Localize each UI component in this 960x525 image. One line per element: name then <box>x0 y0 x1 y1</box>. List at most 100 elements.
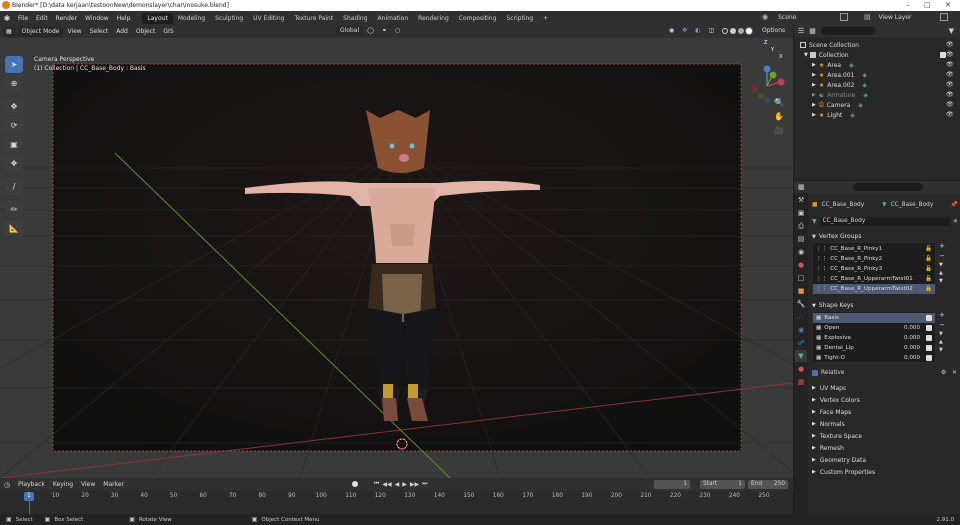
next-keyframe-icon[interactable]: ▶▶ <box>410 481 419 488</box>
viewport-menu-add[interactable]: Add <box>112 27 132 37</box>
section-geometry-data[interactable]: ▶ Geometry Data <box>812 454 958 466</box>
view-layer-tab-icon[interactable]: ▤ <box>795 233 807 245</box>
viewport-menu-object[interactable]: Object <box>132 27 160 37</box>
vertex-group-item[interactable]: ⋮⋮ CC_Base_R_UpperarmTwist02 🔓 <box>813 284 935 294</box>
object-data-icon[interactable]: ◈ <box>850 112 855 119</box>
add-shape-key-button[interactable]: + <box>939 311 945 319</box>
move-down-icon[interactable]: ▼ <box>939 347 945 353</box>
eye-icon[interactable]: 👁 <box>946 50 954 60</box>
move-down-icon[interactable]: ▼ <box>939 278 945 284</box>
object-data-icon[interactable]: ◈ <box>863 92 868 99</box>
scale-tool-icon[interactable]: ▣ <box>5 136 23 153</box>
current-frame-field[interactable]: 1 <box>654 480 690 489</box>
scene-tab-icon[interactable]: ◉ <box>795 246 807 258</box>
pin-icon[interactable]: 📌 <box>951 202 958 208</box>
view-layer-new-icon[interactable] <box>940 13 948 21</box>
maximize-icon[interactable]: □ <box>924 1 931 9</box>
object-data-icon[interactable]: ◈ <box>862 72 867 79</box>
constraints-tab-icon[interactable]: ☍ <box>795 337 807 349</box>
tool-tab-icon[interactable]: ⚒ <box>795 194 807 206</box>
material-tab-icon[interactable]: ● <box>795 363 807 375</box>
mode-selector[interactable]: Object Mode <box>17 26 64 37</box>
move-up-icon[interactable]: ▲ <box>939 339 945 345</box>
options-button[interactable]: Options <box>758 26 789 36</box>
particles-tab-icon[interactable]: ∴ <box>795 311 807 323</box>
section-uv-maps[interactable]: ▶ UV Maps <box>812 382 958 394</box>
object-data-icon[interactable]: ◈ <box>862 82 867 89</box>
xray-icon[interactable]: ◫ <box>705 26 719 36</box>
shape-key-item[interactable]: ▦ Explosive 0.000 <box>813 333 935 343</box>
shape-key-list[interactable]: ▦ Basis ▦ Open 0.000 ▦ Explosive 0.000 ▦ Dental_L… <box>812 311 936 363</box>
playhead-line[interactable] <box>28 501 30 514</box>
shape-key-item[interactable]: ▦ Open 0.000 <box>813 323 935 333</box>
view-layer-selector[interactable]: ▤ View Layer <box>864 13 912 21</box>
properties-search-field[interactable] <box>852 183 923 191</box>
select-tool-icon[interactable]: ➤ <box>5 56 23 73</box>
eye-icon[interactable]: 👁 <box>946 110 954 120</box>
transform-tool-icon[interactable]: ❖ <box>5 155 23 172</box>
annotate-line-tool-icon[interactable]: ✏ <box>5 201 23 218</box>
section-texture-space[interactable]: ▶ Texture Space <box>812 430 958 442</box>
tab-rendering[interactable]: Rendering <box>413 13 454 24</box>
timeline-menu-view[interactable]: View <box>77 480 99 490</box>
render-tab-icon[interactable]: ▣ <box>795 207 807 219</box>
lock-icon[interactable]: 🔓 <box>925 246 932 252</box>
menu-window[interactable]: Window <box>81 15 113 22</box>
vertex-group-list[interactable]: ⋮⋮ CC_Base_R_Pinky1 🔓 ⋮⋮ CC_Base_R_Pinky2 🔓 ⋮⋮… <box>812 242 936 294</box>
viewport-menu-view[interactable]: View <box>63 27 85 37</box>
world-tab-icon[interactable]: ● <box>795 259 807 271</box>
close-icon[interactable]: ✕ <box>945 1 951 9</box>
transform-orientation-selector[interactable]: Global <box>336 26 364 36</box>
shape-key-item[interactable]: ▦ Tight-O 0.000 <box>813 353 935 363</box>
move-up-icon[interactable]: ▲ <box>939 270 945 276</box>
eye-icon[interactable]: 👁 <box>946 100 954 110</box>
expand-arrow-icon[interactable]: ▶ <box>812 82 816 88</box>
vertex-groups-header[interactable]: ▼ Vertex Groups <box>812 231 958 242</box>
playhead-marker[interactable]: 1 <box>24 492 34 501</box>
section-remesh[interactable]: ▶ Remesh <box>812 442 958 454</box>
collection-row[interactable]: ▼ Collection <box>800 50 960 60</box>
clear-shape-icon[interactable]: ✕ <box>952 370 957 376</box>
add-vertex-group-button[interactable]: + <box>939 242 945 250</box>
remove-vertex-group-button[interactable]: − <box>939 252 945 260</box>
vertex-group-item[interactable]: ⋮⋮ CC_Base_R_UpperarmTwist01 🔓 <box>813 274 935 284</box>
section-vertex-colors[interactable]: ▶ Vertex Colors <box>812 394 958 406</box>
jump-end-icon[interactable]: ⏭ <box>422 480 427 488</box>
relative-checkbox[interactable] <box>812 369 818 376</box>
section-normals[interactable]: ▶ Normals <box>812 418 958 430</box>
minimize-icon[interactable]: – <box>906 1 910 9</box>
tab-scripting[interactable]: Scripting <box>501 13 538 24</box>
viewport-menu-gis[interactable]: GIS <box>159 27 177 37</box>
outliner-item[interactable]: ▶ ★ Area.001 ◈ <box>800 70 960 80</box>
object-data-icon[interactable]: ◈ <box>849 62 854 69</box>
menu-render[interactable]: Render <box>52 15 81 22</box>
snap-icon[interactable]: ⚭ <box>378 26 391 36</box>
display-mode-icon[interactable]: ▦ <box>809 27 816 35</box>
tab-texture-paint[interactable]: Texture Paint <box>289 13 338 24</box>
play-reverse-icon[interactable]: ◀ <box>395 481 400 488</box>
expand-arrow-icon[interactable]: ▶ <box>812 92 816 98</box>
shape-keys-header[interactable]: ▼ Shape Keys <box>812 300 958 311</box>
shape-key-value[interactable]: 0.000 <box>904 325 920 331</box>
visibility-icon[interactable]: ◉ <box>665 26 678 36</box>
eye-icon[interactable]: 👁 <box>946 80 954 90</box>
modifier-tab-icon[interactable]: 🔧 <box>795 298 807 310</box>
vertex-group-item[interactable]: ⋮⋮ CC_Base_R_Pinky1 🔓 <box>813 244 935 254</box>
tab-animation[interactable]: Animation <box>373 13 414 24</box>
zoom-icon[interactable]: 🔍 <box>774 98 784 107</box>
tab-layout[interactable]: Layout <box>142 12 173 24</box>
fake-user-icon[interactable]: ☀ <box>953 218 958 225</box>
object-tab-icon[interactable]: ■ <box>795 285 807 297</box>
shape-key-value[interactable]: 0.000 <box>904 355 920 361</box>
shape-key-mute-checkbox[interactable] <box>926 335 932 341</box>
vertex-group-specials-icon[interactable]: ▼ <box>939 262 945 268</box>
lock-icon[interactable]: 🔓 <box>925 266 932 272</box>
expand-arrow-icon[interactable]: ▶ <box>812 72 816 78</box>
tab-modeling[interactable]: Modeling <box>173 13 210 24</box>
tab-compositing[interactable]: Compositing <box>454 13 502 24</box>
expand-arrow-icon[interactable]: ▶ <box>812 102 816 108</box>
play-icon[interactable]: ▶ <box>402 481 407 488</box>
prev-keyframe-icon[interactable]: ◀◀ <box>382 481 391 488</box>
remove-shape-key-button[interactable]: − <box>939 321 945 329</box>
shape-key-value[interactable]: 0.000 <box>904 335 920 341</box>
